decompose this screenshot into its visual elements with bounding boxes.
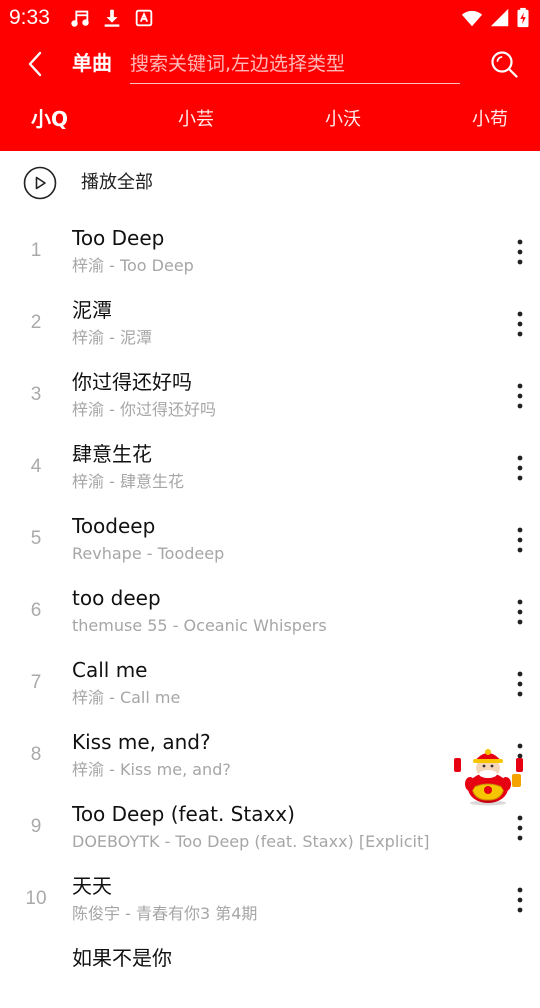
- tab-xiao-wo[interactable]: 小沃: [325, 108, 361, 132]
- more-vertical-icon: [517, 887, 523, 913]
- more-vertical-icon: [517, 239, 523, 265]
- download-icon: [101, 7, 123, 29]
- toolbar: 单曲: [0, 36, 540, 92]
- more-vertical-icon: [517, 455, 523, 481]
- song-index: 6: [30, 600, 42, 621]
- back-button[interactable]: [20, 48, 52, 80]
- page-title: 单曲: [72, 51, 112, 75]
- play-circle-icon: [23, 166, 57, 200]
- more-vertical-icon: [517, 815, 523, 841]
- song-artist-album: 陈俊宇 - 青春有你3 第4期: [72, 904, 258, 923]
- song-index: 10: [25, 888, 47, 909]
- play-all-label: 播放全部: [81, 172, 153, 193]
- song-artist-album: 梓渝 - 肆意生花: [72, 472, 184, 491]
- song-index: 3: [30, 384, 42, 405]
- search-button[interactable]: [489, 49, 519, 79]
- song-title: Toodeep: [72, 514, 156, 538]
- more-vertical-icon: [517, 527, 523, 553]
- song-index: 8: [30, 744, 42, 765]
- song-artist-album: 梓渝 - 你过得还好吗: [72, 400, 216, 419]
- more-options-button[interactable]: [506, 812, 534, 844]
- song-artist-album: 梓渝 - 泥潭: [72, 328, 152, 347]
- song-row[interactable]: 如果不是你: [0, 936, 540, 1008]
- status-bar: 9:33: [0, 0, 540, 36]
- search-field: [130, 46, 460, 84]
- more-options-button[interactable]: [506, 380, 534, 412]
- song-title: Call me: [72, 658, 148, 682]
- more-options-button[interactable]: [506, 596, 534, 628]
- song-row[interactable]: 6 too deep themuse 55 - Oceanic Whispers: [0, 576, 540, 648]
- song-artist-album: 梓渝 - Too Deep: [72, 256, 194, 275]
- song-title: Too Deep: [72, 226, 165, 250]
- song-index: 9: [30, 816, 42, 837]
- status-time: 9:33: [9, 6, 50, 29]
- more-vertical-icon: [517, 599, 523, 625]
- lucky-god-mascot-icon: [454, 749, 523, 806]
- tab-xiao-q[interactable]: 小Q: [31, 107, 68, 131]
- more-options-button[interactable]: [506, 884, 534, 916]
- wifi-icon: [461, 7, 483, 29]
- song-row[interactable]: 1 Too Deep 梓渝 - Too Deep: [0, 216, 540, 288]
- app-badge-icon: [133, 7, 155, 29]
- more-options-button[interactable]: [506, 308, 534, 340]
- more-options-button[interactable]: [506, 236, 534, 268]
- more-options-button[interactable]: [506, 524, 534, 556]
- song-row[interactable]: 7 Call me 梓渝 - Call me: [0, 648, 540, 720]
- song-row[interactable]: 3 你过得还好吗 梓渝 - 你过得还好吗: [0, 360, 540, 432]
- song-row[interactable]: 10 天天 陈俊宇 - 青春有你3 第4期: [0, 864, 540, 936]
- song-index: 2: [30, 312, 42, 333]
- more-options-button[interactable]: [506, 452, 534, 484]
- song-list: 1 Too Deep 梓渝 - Too Deep 2 泥潭 梓渝 - 泥潭 3 …: [0, 216, 540, 1008]
- song-row[interactable]: 2 泥潭 梓渝 - 泥潭: [0, 288, 540, 360]
- more-vertical-icon: [517, 383, 523, 409]
- song-title: 天天: [72, 874, 112, 898]
- song-artist-album: DOEBOYTK - Too Deep (feat. Staxx) [Expli…: [72, 832, 430, 851]
- song-index: 5: [30, 528, 42, 549]
- song-index: 7: [30, 672, 42, 693]
- battery-icon: [515, 7, 531, 29]
- music-note-icon: [69, 7, 91, 29]
- more-vertical-icon: [517, 311, 523, 337]
- song-row[interactable]: 5 Toodeep Revhape - Toodeep: [0, 504, 540, 576]
- song-artist-album: 梓渝 - Call me: [72, 688, 181, 707]
- song-title: Too Deep (feat. Staxx): [72, 802, 295, 826]
- source-tabs: 小Q 小芸 小沃 小苟: [0, 92, 540, 151]
- song-artist-album: themuse 55 - Oceanic Whispers: [72, 616, 327, 635]
- song-index: 1: [30, 240, 42, 261]
- more-vertical-icon: [517, 671, 523, 697]
- search-input[interactable]: [130, 46, 460, 82]
- more-options-button[interactable]: [506, 668, 534, 700]
- cellular-signal-icon: [489, 7, 511, 29]
- play-all-button[interactable]: 播放全部: [0, 151, 540, 215]
- tab-xiao-yun[interactable]: 小芸: [178, 108, 214, 132]
- song-title: 泥潭: [72, 298, 112, 322]
- chevron-left-icon: [28, 51, 42, 77]
- song-row[interactable]: 4 肆意生花 梓渝 - 肆意生花: [0, 432, 540, 504]
- song-artist-album: 梓渝 - Kiss me, and?: [72, 760, 231, 779]
- song-artist-album: Revhape - Toodeep: [72, 544, 225, 563]
- song-title: Kiss me, and?: [72, 730, 211, 754]
- song-title: 你过得还好吗: [72, 370, 192, 394]
- song-index: 4: [30, 456, 42, 477]
- song-title: 如果不是你: [72, 946, 172, 970]
- tab-xiao-gou[interactable]: 小苟: [472, 108, 508, 132]
- search-icon: [491, 51, 518, 78]
- song-title: 肆意生花: [72, 442, 152, 466]
- song-title: too deep: [72, 586, 161, 610]
- floating-mascot-button[interactable]: [450, 744, 526, 806]
